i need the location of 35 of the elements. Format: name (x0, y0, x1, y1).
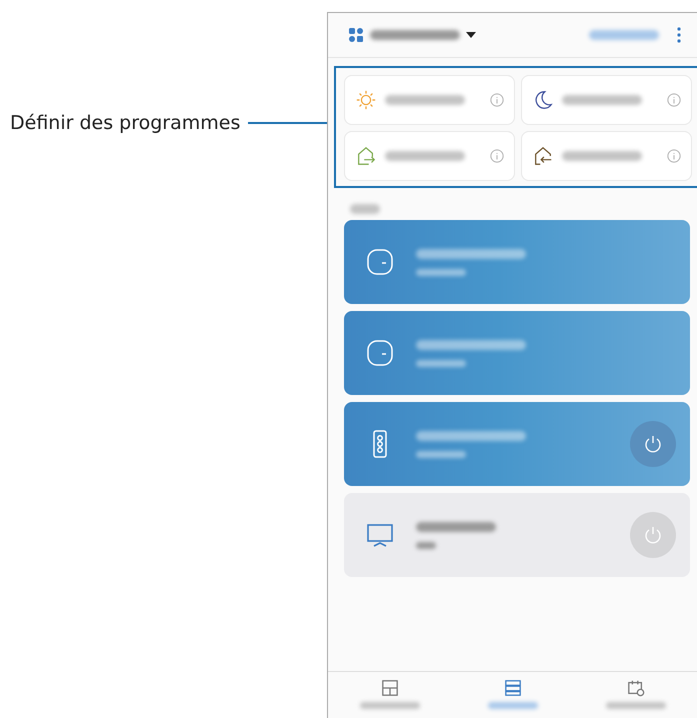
hub-icon (366, 339, 394, 367)
power-icon (643, 434, 663, 454)
callout-label: Définir des programmes (10, 112, 240, 134)
blurred-text (416, 360, 466, 366)
blurred-text (589, 30, 659, 40)
house-arrow-icon (532, 145, 554, 167)
info-icon[interactable] (490, 93, 504, 107)
device-card[interactable] (344, 220, 690, 304)
device-card[interactable] (344, 311, 690, 395)
blurred-text (488, 702, 538, 709)
info-icon[interactable] (667, 93, 681, 107)
blurred-text (416, 268, 466, 276)
device-card[interactable] (344, 402, 690, 486)
hub-icon (366, 248, 394, 276)
power-button[interactable] (630, 421, 676, 467)
power-button[interactable] (630, 512, 676, 558)
house-arrow-icon (355, 145, 377, 167)
scene-card[interactable] (521, 131, 692, 181)
scene-card[interactable] (344, 131, 515, 181)
grid-icon[interactable] (348, 27, 364, 43)
device-card[interactable] (344, 493, 690, 577)
info-icon[interactable] (490, 149, 504, 163)
info-icon[interactable] (667, 149, 681, 163)
blurred-text (350, 204, 380, 214)
scene-card[interactable] (344, 75, 515, 125)
blurred-text (416, 450, 466, 458)
blurred-text (416, 542, 436, 548)
scene-card[interactable] (521, 75, 692, 125)
blurred-text (360, 702, 420, 709)
sun-icon (355, 89, 377, 111)
more-icon[interactable] (677, 27, 681, 43)
power-icon (643, 525, 663, 545)
tv-icon (366, 521, 394, 549)
caret-icon[interactable] (466, 32, 476, 38)
blurred-text (606, 702, 666, 709)
